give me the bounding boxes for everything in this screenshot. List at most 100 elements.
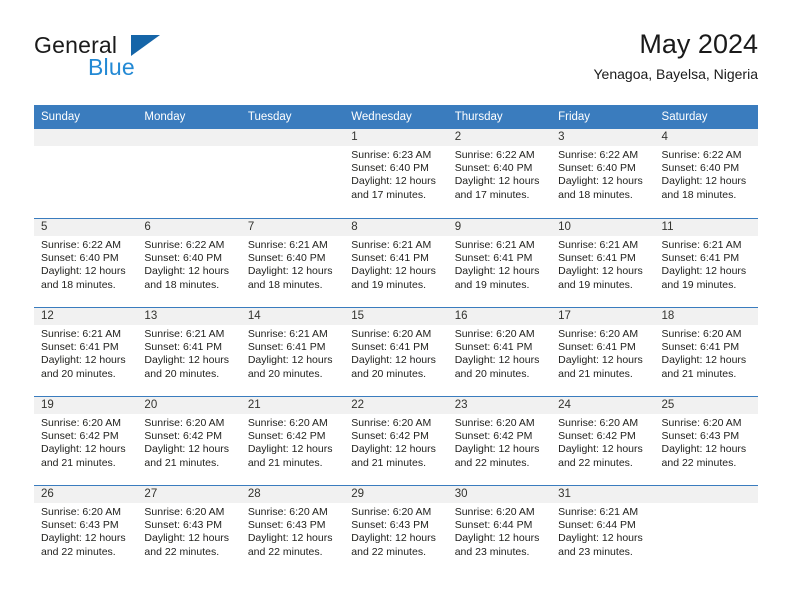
day-detail-line: and 18 minutes.: [247, 278, 323, 291]
day-number: [137, 129, 241, 146]
calendar-day-cell-5[interactable]: 5 Sunrise: 6:22 AM Sunset: 6:40 PM Daylight…: [34, 219, 138, 307]
calendar-day-cell-11[interactable]: 11 Sunrise: 6:21 AM Sunset: 6:41 PM Dayligh…: [654, 219, 758, 307]
calendar-day-cell-3[interactable]: 3 Sunrise: 6:22 AM Sunset: 6:40 PM Daylight…: [551, 129, 655, 218]
day-detail-line: Daylight: 12 hours: [454, 532, 540, 545]
day-number: 22: [344, 397, 448, 414]
day-number: 18: [654, 308, 758, 325]
calendar-day-cell-24[interactable]: 24 Sunrise: 6:20 AM Sunset: 6:42 PM Dayligh…: [551, 397, 655, 485]
day-number: 2: [447, 129, 552, 146]
calendar-day-cell-14[interactable]: 14 Sunrise: 6:21 AM Sunset: 6:41 PM Dayligh…: [240, 308, 345, 396]
day-number: 16: [447, 308, 552, 325]
calendar-day-cell-28[interactable]: 28 Sunrise: 6:20 AM Sunset: 6:43 PM Dayligh…: [240, 486, 345, 574]
day-number: 28: [240, 486, 345, 503]
calendar-day-cell-26[interactable]: 26 Sunrise: 6:20 AM Sunset: 6:43 PM Dayligh…: [34, 486, 138, 574]
calendar-day-cell-10[interactable]: 10 Sunrise: 6:21 AM Sunset: 6:41 PM Dayligh…: [551, 219, 655, 307]
day-detail-line: Sunrise: 6:20 AM: [661, 417, 742, 429]
title-block: May 2024 Yenagoa, Bayelsa, Nigeria: [594, 28, 759, 84]
day-details: [137, 146, 240, 149]
calendar-day-cell-16[interactable]: 16 Sunrise: 6:20 AM Sunset: 6:41 PM Dayligh…: [447, 308, 552, 396]
calendar-week-row: 5 Sunrise: 6:22 AM Sunset: 6:40 PM Daylight…: [34, 218, 758, 307]
day-number: 30: [447, 486, 552, 503]
page-subtitle: Yenagoa, Bayelsa, Nigeria: [593, 66, 759, 82]
calendar-day-cell-29[interactable]: 29 Sunrise: 6:20 AM Sunset: 6:43 PM Dayligh…: [344, 486, 448, 574]
day-detail-line: Sunset: 6:41 PM: [351, 252, 429, 265]
day-number: 8: [344, 219, 448, 236]
calendar-day-cell-31[interactable]: 31 Sunrise: 6:21 AM Sunset: 6:44 PM Dayligh…: [551, 486, 655, 574]
calendar-day-cell-18[interactable]: 18 Sunrise: 6:20 AM Sunset: 6:41 PM Dayligh…: [654, 308, 758, 396]
day-detail-line: Sunset: 6:41 PM: [661, 252, 740, 265]
calendar-day-cell-27[interactable]: 27 Sunrise: 6:20 AM Sunset: 6:43 PM Dayligh…: [137, 486, 241, 574]
generalblue-logo[interactable]: General Blue: [34, 32, 264, 90]
calendar-grid: Sunday Monday Tuesday Wednesday Thursday Frid…: [34, 105, 758, 574]
day-number: 13: [137, 308, 241, 325]
day-details: Sunrise: 6:20 AM Sunset: 6:42 PM Daylight:…: [551, 414, 654, 470]
calendar-day-cell-30[interactable]: 30 Sunrise: 6:20 AM Sunset: 6:44 PM Dayligh…: [447, 486, 552, 574]
calendar-day-cell-21[interactable]: 21 Sunrise: 6:20 AM Sunset: 6:42 PM Dayligh…: [240, 397, 345, 485]
day-number: 19: [34, 397, 138, 414]
day-detail-line: Sunset: 6:41 PM: [41, 341, 119, 354]
day-number: 25: [654, 397, 758, 414]
calendar-day-cell-6[interactable]: 6 Sunrise: 6:22 AM Sunset: 6:40 PM Daylight…: [137, 219, 241, 307]
calendar-day-cell-25[interactable]: 25 Sunrise: 6:20 AM Sunset: 6:43 PM Dayligh…: [654, 397, 758, 485]
day-details: Sunrise: 6:20 AM Sunset: 6:44 PM Daylight:…: [448, 503, 551, 559]
day-detail-line: Daylight: 12 hours: [351, 175, 436, 188]
calendar-day-cell-22[interactable]: 22 Sunrise: 6:20 AM Sunset: 6:42 PM Dayligh…: [344, 397, 448, 485]
day-detail-line: Daylight: 12 hours: [41, 443, 126, 456]
day-number: 27: [137, 486, 241, 503]
day-detail-line: Daylight: 12 hours: [558, 443, 643, 456]
day-detail-line: Sunrise: 6:21 AM: [351, 239, 432, 251]
day-detail-line: Sunrise: 6:22 AM: [41, 239, 121, 251]
calendar-day-cell-13[interactable]: 13 Sunrise: 6:21 AM Sunset: 6:41 PM Dayligh…: [137, 308, 241, 396]
calendar-day-cell-23[interactable]: 23 Sunrise: 6:20 AM Sunset: 6:42 PM Dayligh…: [447, 397, 552, 485]
day-details: Sunrise: 6:20 AM Sunset: 6:41 PM Daylight:…: [551, 325, 654, 381]
calendar-day-cell-17[interactable]: 17 Sunrise: 6:20 AM Sunset: 6:41 PM Dayligh…: [551, 308, 655, 396]
calendar-weeks: 1 Sunrise: 6:23 AM Sunset: 6:40 PM Daylight…: [34, 129, 758, 574]
day-details: Sunrise: 6:21 AM Sunset: 6:41 PM Daylight:…: [551, 236, 654, 292]
day-details: Sunrise: 6:22 AM Sunset: 6:40 PM Daylight:…: [448, 146, 551, 202]
calendar-day-cell-2[interactable]: 2 Sunrise: 6:22 AM Sunset: 6:40 PM Daylight…: [447, 129, 552, 218]
day-number: 20: [137, 397, 241, 414]
day-detail-line: Sunset: 6:41 PM: [661, 341, 740, 354]
day-details: Sunrise: 6:21 AM Sunset: 6:41 PM Daylight:…: [137, 325, 240, 381]
calendar-day-cell-8[interactable]: 8 Sunrise: 6:21 AM Sunset: 6:41 PM Daylight…: [344, 219, 448, 307]
calendar-day-cell-1[interactable]: 1 Sunrise: 6:23 AM Sunset: 6:40 PM Daylight…: [344, 129, 448, 218]
day-details: Sunrise: 6:20 AM Sunset: 6:43 PM Daylight:…: [655, 414, 758, 470]
day-detail-line: Sunset: 6:43 PM: [144, 519, 223, 532]
day-detail-line: Daylight: 12 hours: [558, 265, 643, 278]
day-number: 9: [447, 219, 552, 236]
day-detail-line: and 18 minutes.: [144, 278, 220, 291]
calendar-day-cell-7[interactable]: 7 Sunrise: 6:21 AM Sunset: 6:40 PM Daylight…: [240, 219, 345, 307]
calendar-day-cell-4[interactable]: 4 Sunrise: 6:22 AM Sunset: 6:40 PM Daylight…: [654, 129, 758, 218]
day-detail-line: and 22 minutes.: [351, 545, 426, 558]
day-detail-line: Sunrise: 6:20 AM: [351, 417, 432, 429]
day-detail-line: and 22 minutes.: [144, 545, 220, 558]
day-detail-line: and 20 minutes.: [247, 367, 323, 380]
day-number: 3: [551, 129, 655, 146]
day-detail-line: Sunset: 6:43 PM: [41, 519, 119, 532]
calendar-day-cell-19[interactable]: 19 Sunrise: 6:20 AM Sunset: 6:42 PM Dayligh…: [34, 397, 138, 485]
day-details: [241, 146, 344, 149]
day-detail-line: Daylight: 12 hours: [41, 354, 126, 367]
day-detail-line: Sunrise: 6:21 AM: [247, 239, 328, 251]
calendar-day-cell-empty: [34, 129, 138, 218]
day-details: Sunrise: 6:22 AM Sunset: 6:40 PM Daylight:…: [34, 236, 137, 292]
day-detail-line: Sunset: 6:40 PM: [247, 252, 326, 265]
day-detail-line: and 21 minutes.: [661, 367, 737, 380]
day-detail-line: Sunrise: 6:20 AM: [454, 328, 535, 340]
day-detail-line: Sunset: 6:41 PM: [247, 341, 326, 354]
day-details: Sunrise: 6:20 AM Sunset: 6:41 PM Daylight:…: [344, 325, 447, 381]
calendar-day-cell-9[interactable]: 9 Sunrise: 6:21 AM Sunset: 6:41 PM Daylight…: [447, 219, 552, 307]
day-detail-line: Daylight: 12 hours: [558, 175, 643, 188]
day-detail-line: Sunset: 6:41 PM: [454, 252, 533, 265]
calendar-day-cell-15[interactable]: 15 Sunrise: 6:20 AM Sunset: 6:41 PM Dayligh…: [344, 308, 448, 396]
triangle-icon: [131, 35, 160, 56]
day-details: Sunrise: 6:20 AM Sunset: 6:42 PM Daylight:…: [137, 414, 240, 470]
calendar-day-cell-20[interactable]: 20 Sunrise: 6:20 AM Sunset: 6:42 PM Dayligh…: [137, 397, 241, 485]
day-detail-line: Daylight: 12 hours: [247, 265, 333, 278]
calendar-day-cell-12[interactable]: 12 Sunrise: 6:21 AM Sunset: 6:41 PM Dayligh…: [34, 308, 138, 396]
day-detail-line: and 20 minutes.: [144, 367, 220, 380]
day-detail-line: Daylight: 12 hours: [247, 532, 333, 545]
day-detail-line: Sunset: 6:42 PM: [351, 430, 429, 443]
day-number: 1: [344, 129, 448, 146]
day-detail-line: Daylight: 12 hours: [41, 532, 126, 545]
